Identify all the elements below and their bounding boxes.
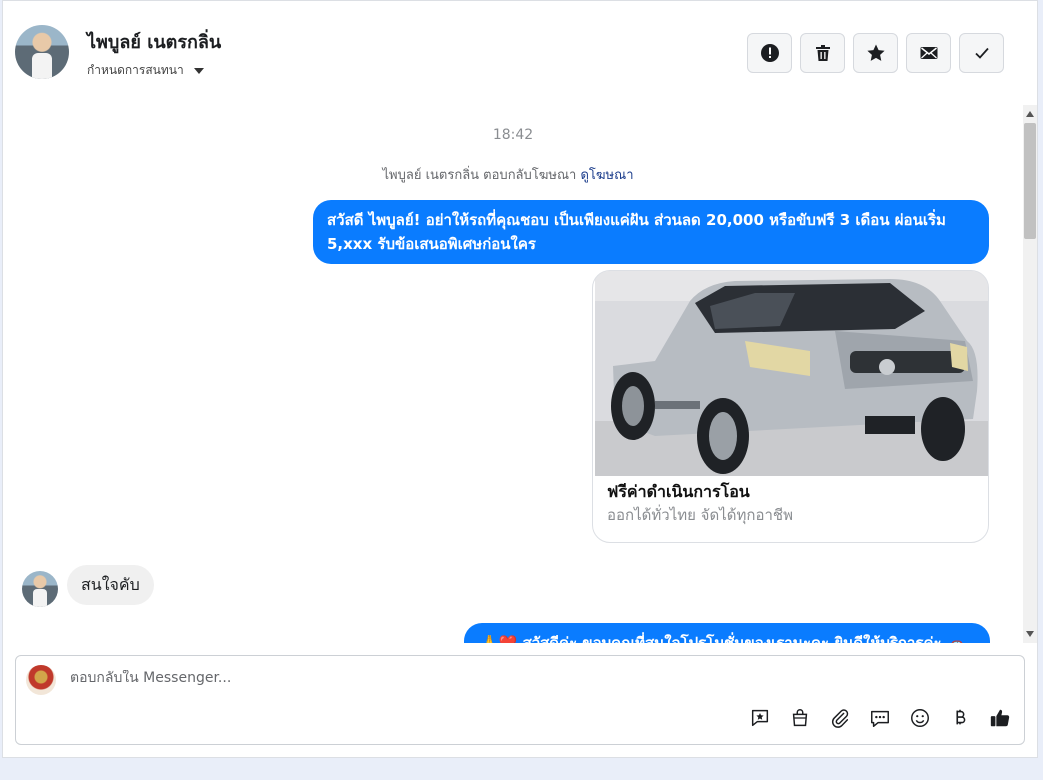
view-ad-link[interactable]: ดูโฆษณา [580,168,633,183]
mark-unread-button[interactable] [906,33,951,73]
outgoing-message: 🙏❤️ สวัสดีค่ะ ขอบคุณที่สนใจโปรโมชั่นของเ… [464,623,990,643]
saved-reply-button[interactable] [748,706,772,730]
contact-avatar-small [22,571,58,607]
chat-bubble-icon [871,710,889,727]
emoji-icon [911,709,929,727]
star-icon [866,44,885,61]
paperclip-icon [831,709,849,728]
check-icon [974,47,989,59]
message-templates-button[interactable] [868,706,892,730]
reply-input[interactable] [70,670,770,686]
conversation-header: ไพบูลย์ เนตรกลิ่น กำหนดการสนทนา [3,1,1037,106]
scroll-down-arrow-icon[interactable] [1026,631,1034,637]
caret-down-icon [193,67,204,74]
trash-icon [815,45,830,61]
outgoing-message: สวัสดี ไพบูลย์! อย่าให้รถที่คุณชอบ เป็นเ… [313,200,989,264]
message-thread: 18:42 ไพบูลย์ เนตรกลิ่น ตอบกลับโฆษณา ดูโ… [3,105,1023,643]
envelope-icon [920,47,937,59]
shopping-bag-icon [792,709,808,727]
contact-name[interactable]: ไพบูลย์ เนตรกลิ่น [87,27,221,56]
saved-reply-icon [751,709,769,727]
scroll-thumb[interactable] [1024,123,1036,239]
composer-toolbar [748,706,1012,730]
page-avatar [26,665,56,695]
ad-image [595,271,988,476]
star-button[interactable] [853,33,898,73]
scroll-up-arrow-icon[interactable] [1026,111,1034,117]
baht-icon [956,709,966,725]
delete-button[interactable] [800,33,845,73]
ad-reply-notice: ไพบูลย์ เนตรกลิ่น ตอบกลับโฆษณา ดูโฆษณา [3,164,1013,185]
ad-card[interactable]: ฟรีค่าดำเนินการโอน ออกได้ทั่วไทย จัดได้ท… [592,270,989,543]
contact-avatar[interactable] [15,25,69,79]
mark-done-button[interactable] [959,33,1004,73]
reply-composer [15,655,1025,745]
like-button[interactable] [988,706,1012,730]
ad-card-subtitle: ออกได้ทั่วไทย จัดได้ทุกอาชีพ [607,506,793,524]
message-timestamp: 18:42 [492,127,534,143]
incoming-message: สนใจคับ [67,565,154,605]
thumbs-up-icon [990,709,1010,727]
ad-reply-text: ไพบูลย์ เนตรกลิ่น ตอบกลับโฆษณา [382,168,577,183]
attach-button[interactable] [828,706,852,730]
mark-spam-button[interactable] [747,33,792,73]
assign-conversation-dropdown[interactable]: กำหนดการสนทนา [87,61,204,80]
payment-button[interactable] [948,706,972,730]
emoji-button[interactable] [908,706,932,730]
thread-scrollbar[interactable] [1023,105,1037,643]
conversation-panel: ไพบูลย์ เนตรกลิ่น กำหนดการสนทนา 18:42 ไพ… [2,0,1038,758]
assign-label: กำหนดการสนทนา [87,63,184,77]
ad-card-title: ฟรีค่าดำเนินการโอน [607,482,750,501]
shop-button[interactable] [788,706,812,730]
alert-icon [760,44,779,62]
